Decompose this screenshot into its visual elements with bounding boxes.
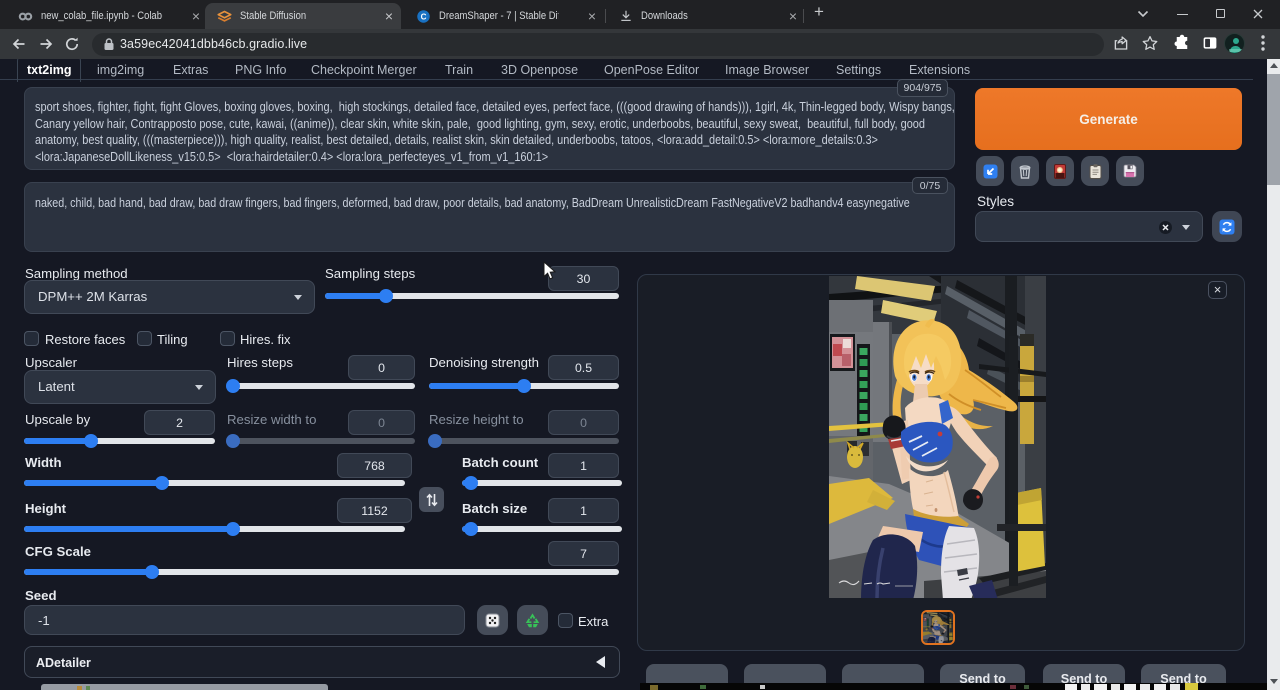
svg-text:C: C	[421, 12, 427, 21]
